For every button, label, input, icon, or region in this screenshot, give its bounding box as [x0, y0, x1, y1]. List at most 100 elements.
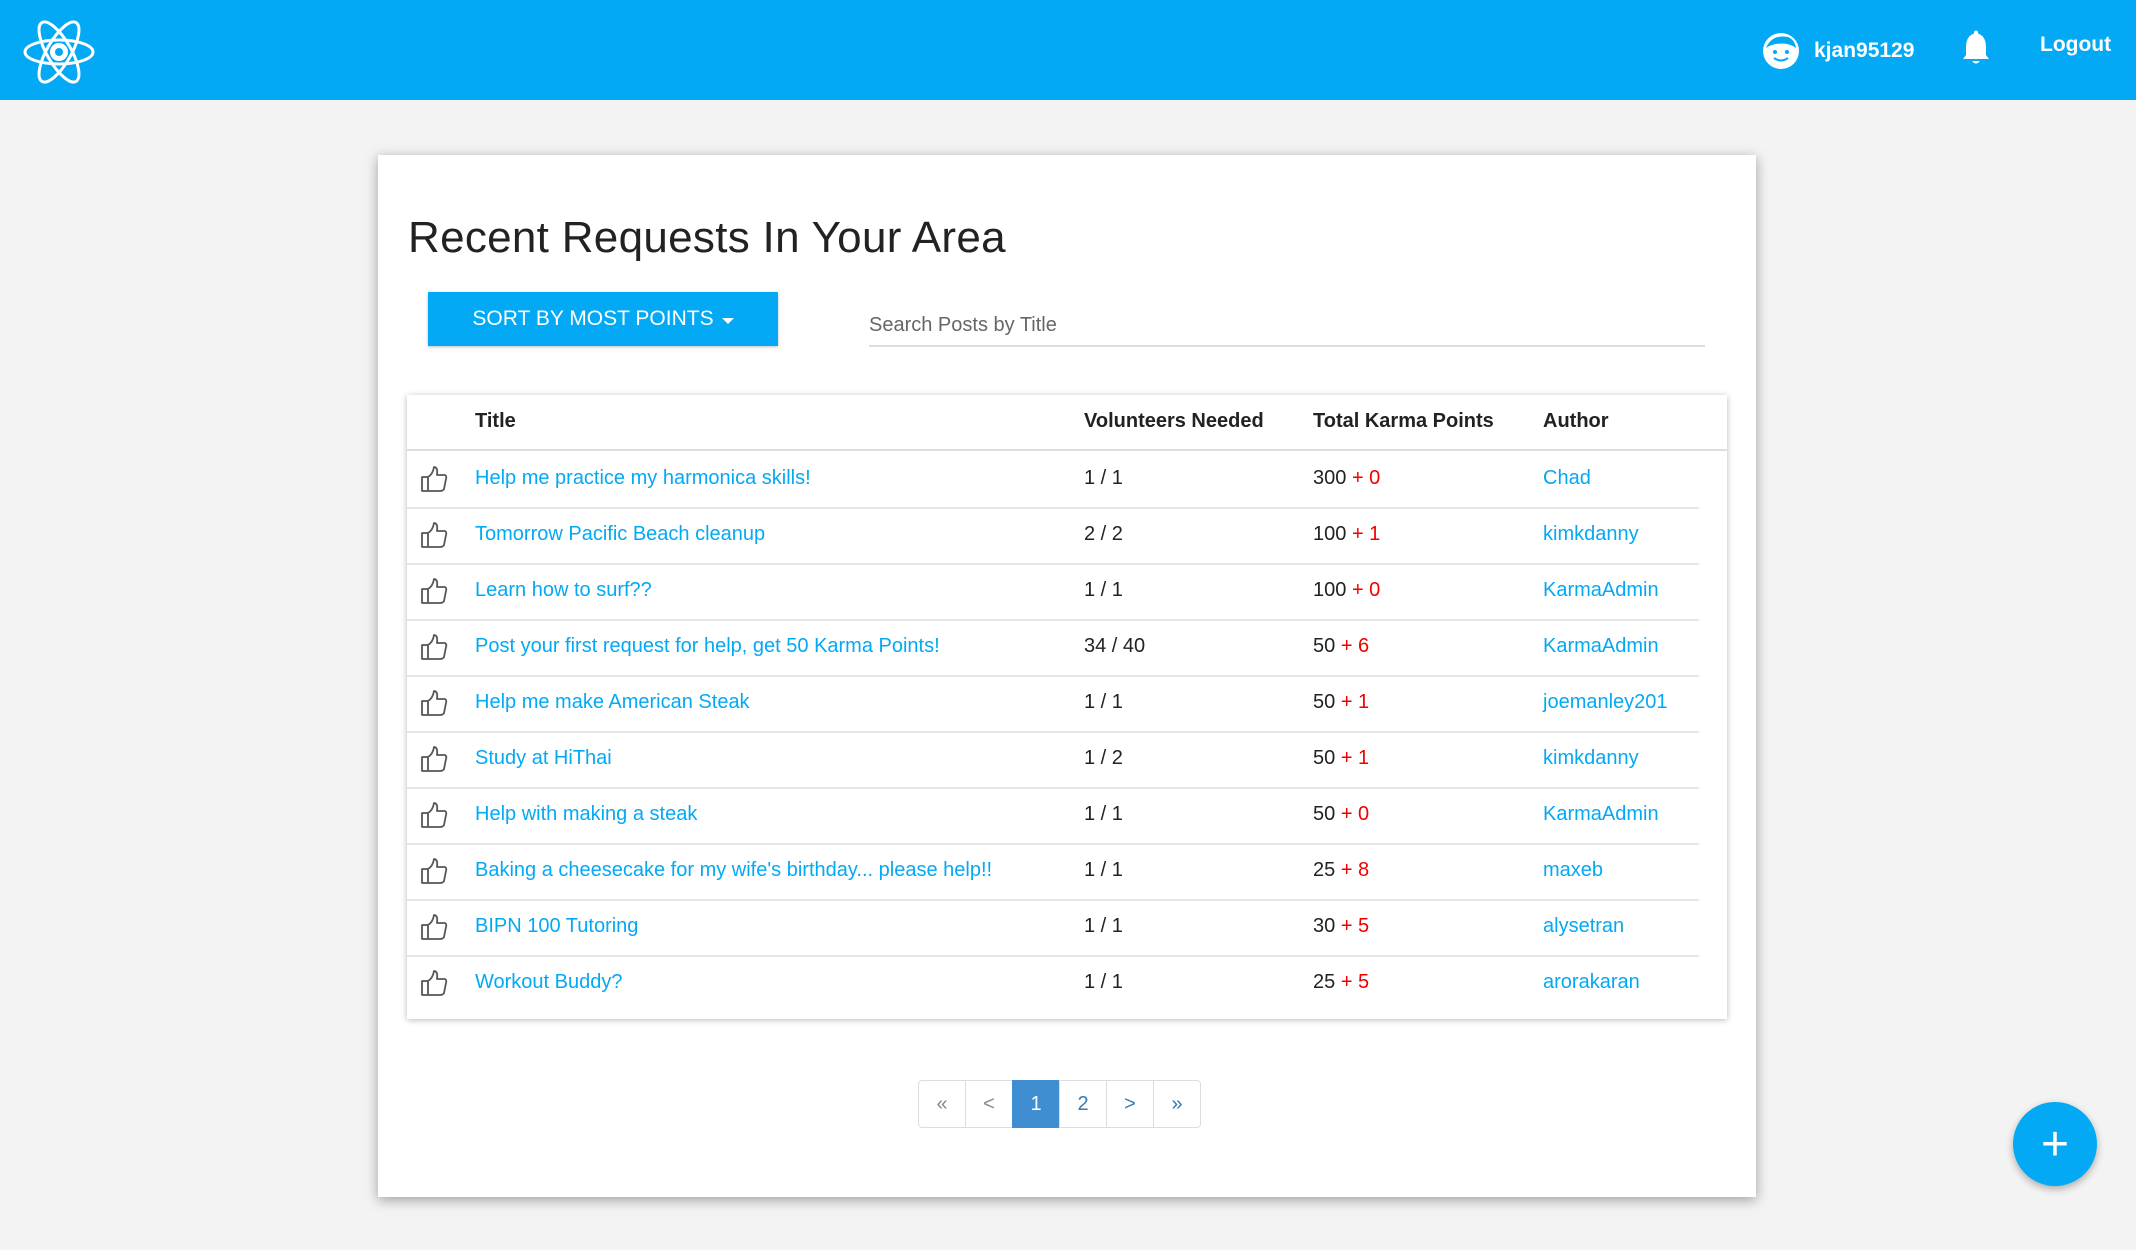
thumbs-up-icon[interactable] [419, 688, 449, 718]
base-points: 50 [1313, 747, 1336, 769]
thumbs-up-icon[interactable] [419, 464, 449, 494]
table-header: Title Volunteers Needed Total Karma Poin… [407, 395, 1727, 451]
pagination: « < 1 2 > » [918, 1080, 1201, 1128]
bonus-points: + 1 [1340, 747, 1370, 769]
request-title-link[interactable]: Study at HiThai [475, 747, 612, 770]
sort-label: SORT BY MOST POINTS [472, 307, 714, 330]
volunteers-value: 1 / 1 [1084, 971, 1123, 993]
search-input[interactable] [869, 305, 1705, 347]
header-points[interactable]: Total Karma Points [1313, 410, 1494, 433]
author-link[interactable]: kimkdanny [1543, 523, 1639, 546]
thumbs-up-icon[interactable] [419, 744, 449, 774]
header-volunteers[interactable]: Volunteers Needed [1084, 410, 1264, 433]
author-link[interactable]: KarmaAdmin [1543, 579, 1659, 602]
base-points: 25 [1313, 971, 1336, 993]
thumbs-up-icon[interactable] [419, 856, 449, 886]
thumbs-up-icon[interactable] [419, 800, 449, 830]
table-row: BIPN 100 Tutoring 1 / 1 30 + 5 alysetran [407, 899, 1699, 957]
author-link[interactable]: joemanley201 [1543, 691, 1668, 714]
request-title-link[interactable]: Help me make American Steak [475, 691, 750, 714]
smiley-avatar-icon [1762, 32, 1800, 70]
thumbs-up-icon[interactable] [419, 576, 449, 606]
prev-page-button[interactable]: < [965, 1080, 1013, 1128]
karma-points-value: 30 + 5 [1313, 915, 1369, 938]
bonus-points: + 0 [1351, 467, 1381, 489]
thumbs-up-icon[interactable] [419, 968, 449, 998]
logout-link[interactable]: Logout [2040, 33, 2111, 57]
author-link[interactable]: kimkdanny [1543, 747, 1639, 770]
volunteers-value: 1 / 1 [1084, 803, 1123, 825]
karma-points-value: 50 + 6 [1313, 635, 1369, 658]
table-row: Help me practice my harmonica skills! 1 /… [407, 451, 1699, 509]
bonus-points: + 5 [1340, 915, 1370, 937]
karma-points-value: 25 + 5 [1313, 971, 1369, 994]
plus-icon: + [2040, 1117, 2070, 1171]
request-title-link[interactable]: BIPN 100 Tutoring [475, 915, 638, 938]
request-title-link[interactable]: Help with making a steak [475, 803, 697, 826]
base-points: 100 [1313, 523, 1347, 545]
request-title-link[interactable]: Help me practice my harmonica skills! [475, 467, 811, 490]
volunteers-value: 1 / 1 [1084, 859, 1123, 881]
karma-points-value: 50 + 1 [1313, 747, 1369, 770]
karma-points-value: 100 + 1 [1313, 523, 1380, 546]
volunteers-value: 34 / 40 [1084, 635, 1146, 657]
author-link[interactable]: alysetran [1543, 915, 1624, 938]
table-row: Help with making a steak 1 / 1 50 + 0 Karma… [407, 787, 1699, 845]
table-row: Tomorrow Pacific Beach cleanup 2 / 2 100 +… [407, 507, 1699, 565]
bonus-points: + 8 [1340, 859, 1370, 881]
bonus-points: + 0 [1351, 579, 1381, 601]
volunteers-value: 1 / 1 [1084, 915, 1123, 937]
author-link[interactable]: KarmaAdmin [1543, 635, 1659, 658]
karma-points-value: 100 + 0 [1313, 579, 1380, 602]
request-title-link[interactable]: Workout Buddy? [475, 971, 623, 994]
requests-card: Recent Requests In Your Area SORT BY MOS… [378, 155, 1756, 1197]
thumbs-up-icon[interactable] [419, 912, 449, 942]
last-page-button[interactable]: » [1153, 1080, 1201, 1128]
next-page-button[interactable]: > [1106, 1080, 1154, 1128]
username-label[interactable]: kjan95129 [1814, 39, 1914, 63]
bonus-points: + 1 [1340, 691, 1370, 713]
table-row: Post your first request for help, get 50… [407, 619, 1699, 677]
base-points: 50 [1313, 803, 1336, 825]
volunteers-value: 1 / 1 [1084, 467, 1123, 489]
table-row: Learn how to surf?? 1 / 1 100 + 0 KarmaAdmi… [407, 563, 1699, 621]
bonus-points: + 5 [1340, 971, 1370, 993]
header-author[interactable]: Author [1543, 410, 1609, 433]
bonus-points: + 0 [1340, 803, 1370, 825]
author-link[interactable]: KarmaAdmin [1543, 803, 1659, 826]
table-row: Workout Buddy? 1 / 1 25 + 5 arorakaran [407, 955, 1699, 1011]
karma-points-value: 300 + 0 [1313, 467, 1380, 490]
page-2-button[interactable]: 2 [1059, 1080, 1107, 1128]
karma-points-value: 50 + 0 [1313, 803, 1369, 826]
bonus-points: + 6 [1340, 635, 1370, 657]
request-title-link[interactable]: Learn how to surf?? [475, 579, 652, 602]
base-points: 300 [1313, 467, 1347, 489]
user-menu[interactable]: kjan95129 [1762, 30, 1914, 72]
requests-table: Title Volunteers Needed Total Karma Poin… [407, 395, 1727, 1019]
volunteers-value: 1 / 1 [1084, 579, 1123, 601]
sort-dropdown-button[interactable]: SORT BY MOST POINTS [428, 292, 778, 346]
base-points: 50 [1313, 635, 1336, 657]
page-title: Recent Requests In Your Area [408, 213, 1006, 262]
author-link[interactable]: Chad [1543, 467, 1591, 490]
thumbs-up-icon[interactable] [419, 520, 449, 550]
base-points: 100 [1313, 579, 1347, 601]
thumbs-up-icon[interactable] [419, 632, 449, 662]
author-link[interactable]: arorakaran [1543, 971, 1640, 994]
karma-points-value: 50 + 1 [1313, 691, 1369, 714]
author-link[interactable]: maxeb [1543, 859, 1603, 882]
top-navbar: kjan95129 Logout [0, 0, 2136, 100]
request-title-link[interactable]: Post your first request for help, get 50… [475, 635, 940, 658]
request-title-link[interactable]: Baking a cheesecake for my wife's birthd… [475, 859, 992, 882]
atom-logo-icon[interactable] [22, 18, 96, 86]
first-page-button[interactable]: « [918, 1080, 966, 1128]
base-points: 50 [1313, 691, 1336, 713]
bell-icon[interactable] [1960, 30, 1992, 66]
base-points: 25 [1313, 859, 1336, 881]
base-points: 30 [1313, 915, 1336, 937]
caret-down-icon [721, 317, 734, 324]
request-title-link[interactable]: Tomorrow Pacific Beach cleanup [475, 523, 765, 546]
page-1-button[interactable]: 1 [1012, 1080, 1060, 1128]
header-title[interactable]: Title [475, 410, 516, 433]
add-request-button[interactable]: + [2013, 1102, 2097, 1186]
